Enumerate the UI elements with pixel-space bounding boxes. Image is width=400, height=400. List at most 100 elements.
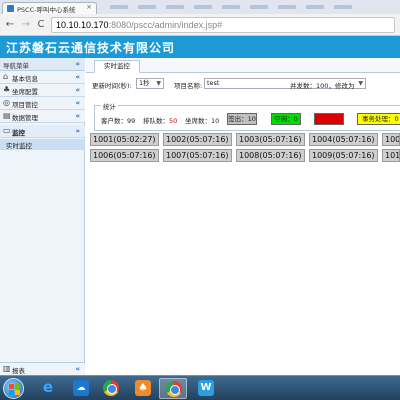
sidebar-subitem-label: 实时监控 bbox=[6, 142, 32, 150]
nav-item-monitor[interactable]: ▭ 监控 » bbox=[0, 125, 85, 138]
url-text: 10.10.10.170:8080/pscc/admin/index.jsp# bbox=[56, 20, 222, 30]
nav-item-label: 基本信息 bbox=[12, 75, 38, 83]
project-name-value: test bbox=[207, 79, 220, 87]
blurred-bookmark[interactable] bbox=[166, 5, 184, 9]
company-title: 江苏磐石云通信技术有限公司 bbox=[6, 41, 176, 55]
collapse-sidebar-icon[interactable]: « bbox=[75, 60, 80, 68]
blurred-bookmark[interactable] bbox=[306, 5, 324, 9]
blurred-bookmark[interactable] bbox=[334, 5, 352, 9]
address-bar[interactable]: 10.10.10.170:8080/pscc/admin/index.jsp# bbox=[51, 17, 395, 33]
agent-tile[interactable]: 1005(05:07:16) bbox=[382, 133, 400, 146]
customer-count-value: 99 bbox=[127, 117, 136, 125]
blurred-bookmark[interactable] bbox=[278, 5, 296, 9]
agent-tile[interactable]: 1002(05:07:16) bbox=[163, 133, 232, 146]
blurred-bookmark[interactable] bbox=[138, 5, 156, 9]
chevron-down-icon: ▼ bbox=[156, 80, 161, 87]
sidebar-title: 导航菜单 bbox=[3, 62, 29, 70]
blurred-bookmark[interactable] bbox=[194, 5, 212, 9]
nav-item-reports[interactable]: ▥ 报表 « bbox=[0, 362, 85, 375]
tab-close-icon[interactable]: × bbox=[86, 3, 92, 11]
taskbar-cloud-app[interactable]: ☁ bbox=[67, 378, 95, 399]
concurrency-info[interactable]: 并发数：100，修改为 bbox=[290, 80, 354, 90]
monitor-icon: ▭ bbox=[3, 126, 11, 135]
nav-item-label: 坐席配置 bbox=[12, 88, 38, 96]
nav-item-label: 监控 bbox=[12, 129, 25, 137]
blurred-bookmark[interactable] bbox=[222, 5, 240, 9]
queue-count: 排队数：50 bbox=[143, 115, 177, 125]
chevron-left-icon: « bbox=[75, 73, 80, 81]
chrome-active-icon bbox=[166, 381, 182, 397]
blurred-bookmark[interactable] bbox=[110, 5, 128, 9]
nav-item-label: 报表 bbox=[12, 367, 25, 375]
reload-button[interactable]: C bbox=[34, 18, 48, 32]
data-grid-icon: ▤ bbox=[3, 111, 11, 120]
customer-count-label: 客户数： bbox=[101, 117, 127, 125]
windows-logo-icon bbox=[15, 384, 20, 389]
url-path: :8080/pscc/admin/index.jsp# bbox=[108, 20, 223, 30]
report-icon: ▥ bbox=[3, 364, 11, 373]
statistics-legend: 统计 bbox=[101, 101, 118, 111]
chevron-left-icon: « bbox=[75, 112, 80, 120]
queue-count-label: 排队数： bbox=[143, 117, 169, 125]
favicon-icon bbox=[7, 5, 14, 12]
game-app-icon: ♠ bbox=[135, 380, 151, 396]
project-name-label: 项目名称: bbox=[174, 82, 203, 90]
statistics-panel: 统计 客户数：99 排队数：50 坐席数：10 签出：10 空闲：0 事务处理：… bbox=[94, 101, 400, 131]
settings-circle-icon: ◎ bbox=[3, 98, 10, 107]
page-header: 江苏磐石云通信技术有限公司 bbox=[0, 36, 400, 58]
taskbar-internet-explorer[interactable]: e bbox=[34, 378, 62, 399]
chevron-left-icon: « bbox=[75, 86, 80, 94]
agent-tile[interactable]: 1006(05:07:16) bbox=[90, 149, 159, 162]
agent-tile[interactable]: 1001(05:02:27) bbox=[90, 133, 159, 146]
nav-item-seat-config[interactable]: ♣ 坐席配置 « bbox=[0, 84, 85, 97]
agent-grid: 1001(05:02:27) 1002(05:07:16) 1003(05:07… bbox=[90, 133, 400, 163]
windows-logo-icon bbox=[9, 384, 14, 389]
chevron-left-icon: « bbox=[75, 365, 80, 373]
seat-count-value: 10 bbox=[211, 117, 220, 125]
agent-tile[interactable]: 1007(05:07:16) bbox=[163, 149, 232, 162]
start-button[interactable] bbox=[3, 378, 24, 399]
event-processing-badge: 事务处理：0 bbox=[357, 113, 400, 125]
taskbar: e ☁ ♠ W bbox=[0, 375, 400, 400]
nav-item-label: 数据管理 bbox=[12, 114, 38, 122]
agent-tile[interactable]: 1004(05:07:16) bbox=[309, 133, 378, 146]
refresh-interval-label: 更新时间(秒): bbox=[92, 82, 132, 90]
chevron-right-icon: » bbox=[75, 127, 80, 135]
sidebar-subitem-realtime-monitor[interactable]: 实时监控 bbox=[0, 139, 85, 150]
busy-status-badge bbox=[314, 113, 344, 125]
back-button[interactable]: ← bbox=[3, 18, 17, 32]
blurred-bookmark[interactable] bbox=[250, 5, 268, 9]
chrome-icon bbox=[103, 380, 119, 396]
idle-status-badge: 空闲：0 bbox=[271, 113, 301, 125]
people-icon: ♣ bbox=[3, 85, 11, 94]
taskbar-wps-writer[interactable]: W bbox=[192, 378, 220, 399]
agent-tile[interactable]: 1008(05:07:16) bbox=[236, 149, 305, 162]
cloud-app-icon: ☁ bbox=[73, 380, 89, 396]
nav-item-label: 项目管控 bbox=[12, 101, 38, 109]
tab-realtime-monitor[interactable]: 实时监控 bbox=[94, 60, 140, 73]
taskbar-game-app[interactable]: ♠ bbox=[129, 378, 157, 399]
nav-item-basic-info[interactable]: ⌂ 基本信息 « bbox=[0, 71, 85, 84]
sidebar: 导航菜单 « ⌂ 基本信息 « ♣ 坐席配置 « ◎ 项目管控 « ▤ 数据管理… bbox=[0, 58, 85, 375]
forward-button[interactable]: → bbox=[19, 18, 33, 32]
chevron-down-icon: ▼ bbox=[358, 80, 363, 87]
queue-count-value: 50 bbox=[169, 117, 178, 125]
refresh-interval-select[interactable]: 1秒 ▼ bbox=[136, 78, 164, 89]
taskbar-chrome[interactable] bbox=[97, 378, 125, 399]
sidebar-header: 导航菜单 « bbox=[0, 58, 85, 71]
nav-item-data-management[interactable]: ▤ 数据管理 « bbox=[0, 110, 85, 123]
seat-count: 坐席数：10 bbox=[185, 115, 219, 125]
signout-status-badge: 签出：10 bbox=[227, 113, 257, 125]
browser-tab[interactable]: PSCC-呼叫中心系统 × bbox=[2, 2, 97, 14]
content-tab-strip: 实时监控 bbox=[86, 58, 400, 73]
agent-tile[interactable]: 1003(05:07:16) bbox=[236, 133, 305, 146]
customer-count: 客户数：99 bbox=[101, 115, 135, 125]
main-content: 实时监控 更新时间(秒): 1秒 ▼ 项目名称: test ▼ 并发数：100，… bbox=[86, 58, 400, 375]
chevron-left-icon: « bbox=[75, 99, 80, 107]
agent-tile[interactable]: 1009(05:07:16) bbox=[309, 149, 378, 162]
taskbar-chrome-active[interactable] bbox=[159, 378, 187, 399]
agent-tile[interactable]: 1010(05:07:16) bbox=[382, 149, 400, 162]
internet-explorer-icon: e bbox=[42, 378, 54, 396]
nav-item-project-control[interactable]: ◎ 项目管控 « bbox=[0, 97, 85, 110]
blurred-bookmarks bbox=[110, 3, 395, 11]
